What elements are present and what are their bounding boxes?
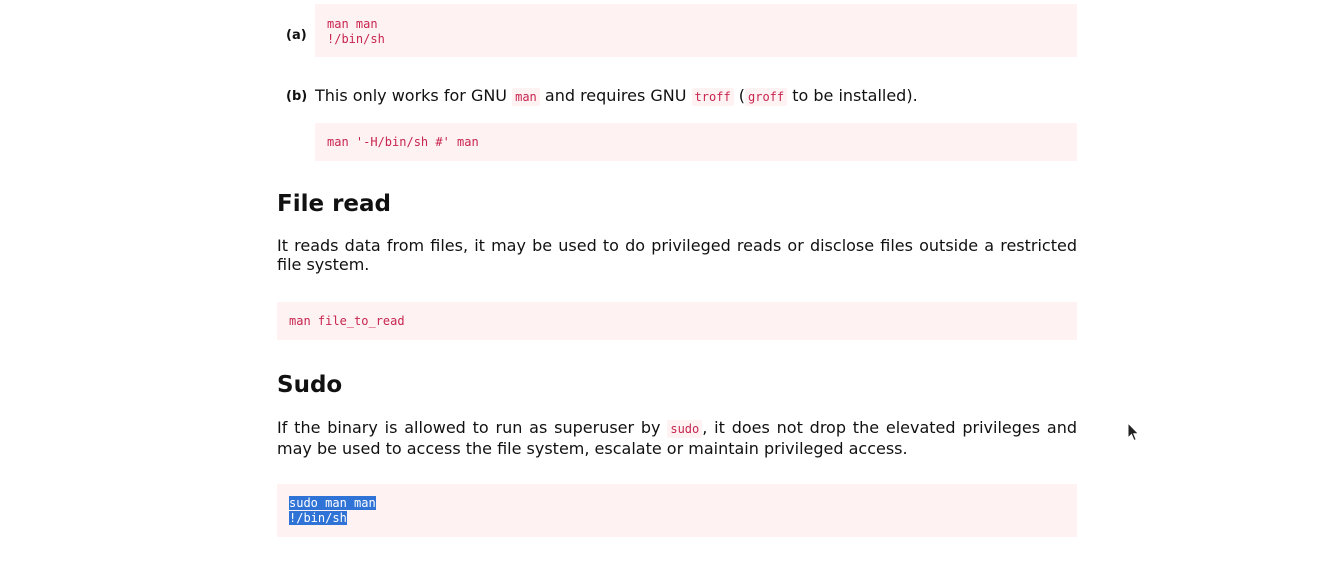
- inline-code-sudo: sudo: [667, 420, 703, 438]
- list-item-b-text: This only works for GNU man and requires…: [315, 86, 918, 106]
- selected-code-line: sudo man man: [289, 496, 376, 510]
- section-heading-file-read: File read: [277, 191, 392, 217]
- code-line: man man: [327, 17, 378, 31]
- list-marker-b: (b): [286, 89, 308, 104]
- list-marker-a: (a): [286, 28, 307, 43]
- code-block-b[interactable]: man '-H/bin/sh #' man: [315, 123, 1077, 161]
- list-item-a: (a) man man !/bin/sh: [277, 4, 1077, 57]
- code-block-a[interactable]: man man !/bin/sh: [315, 4, 1077, 57]
- code-line: !/bin/sh: [327, 32, 385, 46]
- selected-code-line: !/bin/sh: [289, 511, 347, 525]
- section-heading-sudo: Sudo: [277, 372, 343, 398]
- inline-code-man: man: [512, 88, 540, 106]
- mouse-pointer-icon: [1127, 422, 1140, 442]
- code-block-sudo[interactable]: sudo man man !/bin/sh: [277, 484, 1077, 537]
- inline-code-groff: groff: [745, 88, 788, 106]
- sudo-description: If the binary is allowed to run as super…: [277, 418, 1078, 458]
- inline-code-troff: troff: [691, 88, 734, 106]
- list-item-b: (b) This only works for GNU man and requ…: [277, 86, 1077, 161]
- code-block-file-read[interactable]: man file_to_read: [277, 302, 1077, 340]
- file-read-description: It reads data from files, it may be used…: [277, 236, 1077, 274]
